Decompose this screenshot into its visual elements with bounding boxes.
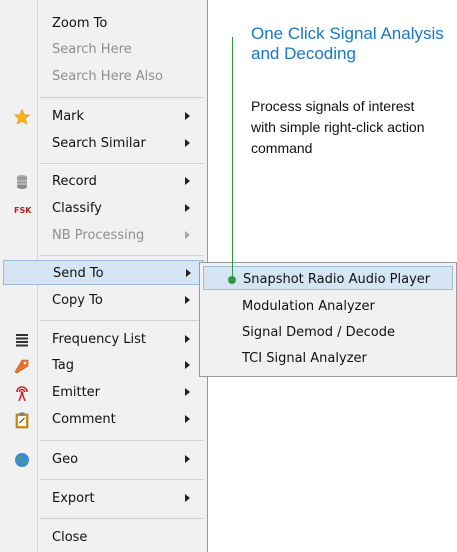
menu-item-label: Geo [52, 452, 79, 467]
submenu-arrow-icon [185, 494, 190, 502]
submenu-item-tci-signal-analyzer[interactable]: TCI Signal Analyzer [203, 346, 453, 370]
menu-item-label: Search Similar [52, 136, 146, 151]
star-icon [13, 108, 31, 126]
submenu-arrow-icon [185, 112, 190, 120]
submenu-item-label: Signal Demod / Decode [242, 325, 395, 340]
menu-item-mark[interactable]: Mark [3, 104, 204, 129]
menu-item-label: Comment [52, 412, 116, 427]
menu-item-search-here-also: Search Here Also [3, 64, 204, 89]
tag-icon [13, 357, 31, 375]
menu-item-label: Mark [52, 109, 85, 124]
submenu-arrow-icon [185, 335, 190, 343]
menu-item-label: NB Processing [52, 228, 145, 243]
menu-separator [40, 163, 204, 164]
menu-item-record[interactable]: Record [3, 169, 204, 194]
menu-item-geo[interactable]: Geo [3, 447, 204, 472]
menu-item-label: Emitter [52, 385, 101, 400]
menu-item-label: Send To [53, 266, 104, 281]
callout-connector-line [232, 37, 233, 280]
menu-item-emitter[interactable]: Emitter [3, 380, 204, 405]
menu-item-search-similar[interactable]: Search Similar [3, 131, 204, 156]
submenu-item-snapshot-radio-audio-player[interactable]: Snapshot Radio Audio Player [203, 266, 453, 290]
submenu-arrow-icon [185, 415, 190, 423]
menu-item-close[interactable]: Close [3, 525, 204, 550]
submenu-arrow-icon [185, 204, 190, 212]
antenna-icon [13, 384, 31, 402]
menu-item-search-here: Search Here [3, 37, 204, 62]
menu-item-zoom-to[interactable]: Zoom To [3, 11, 204, 36]
menu-separator [40, 479, 204, 480]
menu-item-label: Zoom To [52, 16, 108, 31]
fsk-icon: FSK [13, 200, 32, 218]
menu-item-nb-processing: NB Processing [3, 223, 204, 248]
callout-connector-dot [228, 276, 236, 284]
submenu-arrow-icon [185, 361, 190, 369]
menu-item-label: Classify [52, 201, 102, 216]
menu-item-label: Close [52, 530, 88, 545]
submenu-item-modulation-analyzer[interactable]: Modulation Analyzer [203, 294, 453, 318]
database-icon [13, 173, 31, 191]
menu-item-comment[interactable]: Comment [3, 407, 204, 432]
submenu-item-label: TCI Signal Analyzer [242, 351, 367, 366]
clipboard-icon [13, 411, 31, 429]
menu-item-label: Tag [52, 358, 75, 373]
callout-title: One Click Signal Analysis and Decoding [251, 24, 444, 63]
menu-separator [40, 440, 204, 441]
submenu-item-label: Snapshot Radio Audio Player [243, 272, 431, 287]
submenu-arrow-icon [185, 139, 190, 147]
menu-item-label: Record [52, 174, 97, 189]
menu-separator [40, 97, 204, 98]
menu-item-classify[interactable]: FSK Classify [3, 196, 204, 221]
context-menu: Zoom To Search Here Search Here Also Mar… [0, 0, 208, 552]
menu-item-label: Copy To [52, 293, 103, 308]
menu-separator [40, 320, 204, 321]
menu-item-label: Export [52, 491, 95, 506]
send-to-submenu: Snapshot Radio Audio Player Modulation A… [199, 262, 457, 377]
menu-separator [40, 255, 204, 256]
submenu-arrow-icon [185, 296, 190, 304]
submenu-item-signal-demod-decode[interactable]: Signal Demod / Decode [203, 320, 453, 344]
menu-item-label: Search Here Also [52, 69, 163, 84]
menu-item-tag[interactable]: Tag [3, 353, 204, 378]
globe-icon [13, 451, 31, 469]
submenu-arrow-icon [186, 269, 191, 277]
menu-item-send-to[interactable]: Send To [3, 260, 204, 285]
submenu-arrow-icon [185, 231, 190, 239]
menu-item-frequency-list[interactable]: Frequency List [3, 327, 204, 352]
submenu-arrow-icon [185, 388, 190, 396]
svg-text:FSK: FSK [14, 206, 32, 215]
menu-item-label: Frequency List [52, 332, 147, 347]
menu-item-export[interactable]: Export [3, 486, 204, 511]
menu-item-copy-to[interactable]: Copy To [3, 288, 204, 313]
submenu-item-label: Modulation Analyzer [242, 299, 375, 314]
submenu-arrow-icon [185, 455, 190, 463]
list-icon [13, 331, 31, 349]
submenu-arrow-icon [185, 177, 190, 185]
menu-separator [40, 518, 204, 519]
callout-body: Process signals of interest with simple … [251, 98, 425, 156]
menu-item-label: Search Here [52, 42, 132, 57]
